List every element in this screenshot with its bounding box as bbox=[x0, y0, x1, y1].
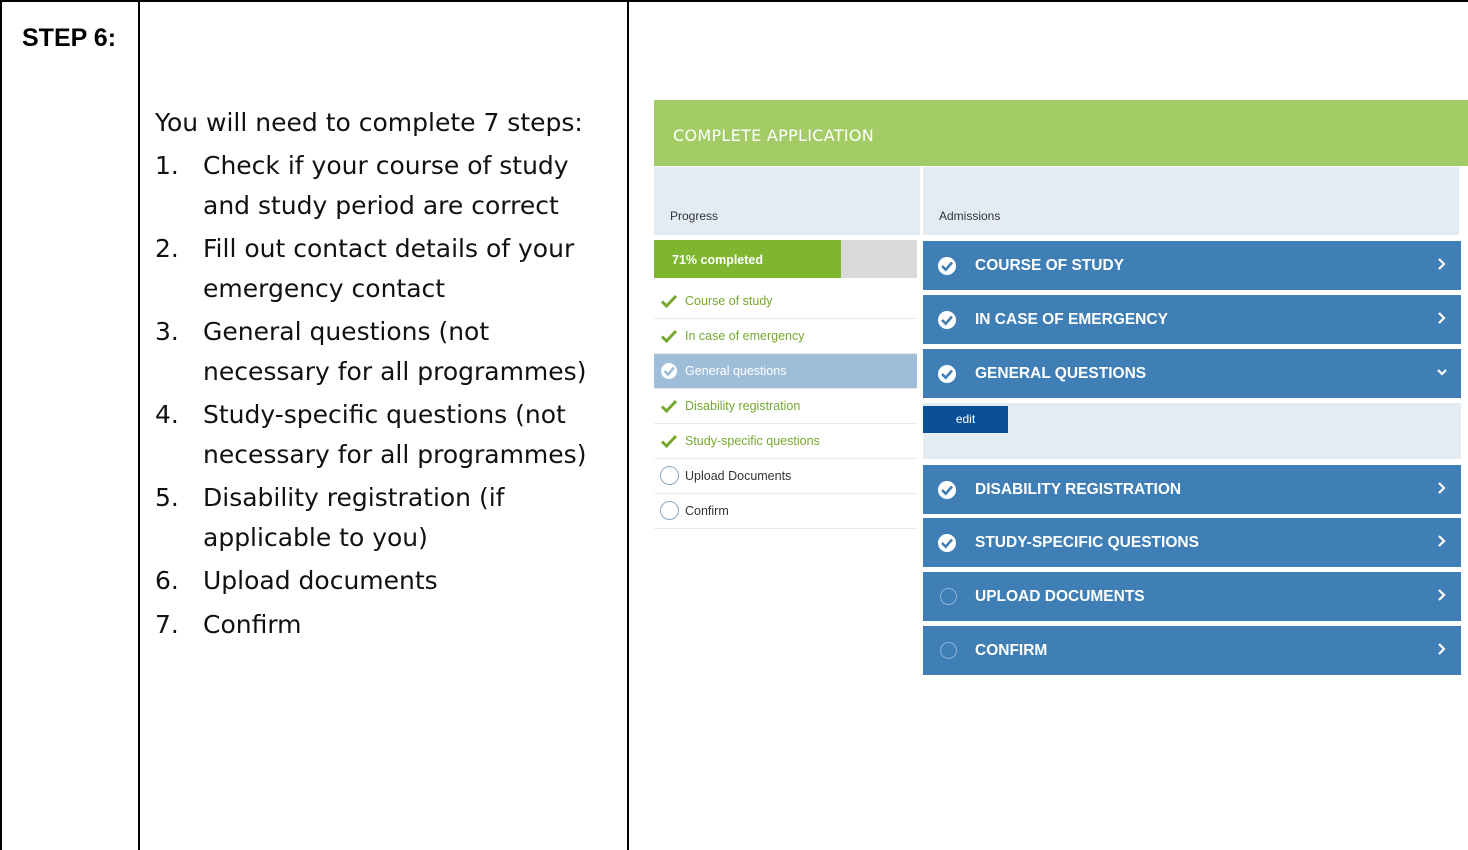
admissions-heading: Admissions bbox=[939, 209, 1001, 223]
step-text: Study-specific questions (not necessary … bbox=[203, 400, 587, 469]
chevron-right-icon bbox=[1438, 312, 1446, 324]
check-icon bbox=[660, 329, 678, 344]
step-text: General questions (not necessary for all… bbox=[203, 317, 587, 386]
list-item: 2. Fill out contact details of your emerg… bbox=[155, 229, 615, 308]
chevron-right-icon bbox=[1438, 643, 1446, 655]
check-circle-icon bbox=[661, 363, 677, 379]
chevron-right-icon bbox=[1438, 258, 1446, 270]
step-label: STEP 6: bbox=[22, 24, 117, 52]
step-number: 6. bbox=[155, 566, 179, 595]
progress-item-label: Upload Documents bbox=[685, 469, 792, 483]
check-icon bbox=[660, 294, 678, 309]
app-header: COMPLETE APPLICATION bbox=[654, 100, 1468, 166]
check-icon bbox=[660, 434, 678, 449]
chevron-right-icon bbox=[1438, 482, 1446, 494]
accordion-in-case-of-emergency[interactable]: IN CASE OF EMERGENCY bbox=[923, 295, 1461, 344]
progress-item-label: Study-specific questions bbox=[685, 434, 820, 448]
accordion-label: STUDY-SPECIFIC QUESTIONS bbox=[975, 534, 1199, 551]
step-number: 2. bbox=[155, 234, 179, 263]
progress-item-label: General questions bbox=[685, 364, 787, 378]
steps-list: 1. Check if your course of study and stud… bbox=[155, 146, 615, 648]
step-text: Confirm bbox=[203, 609, 302, 639]
progress-item-in-case-of-emergency[interactable]: In case of emergency bbox=[654, 319, 917, 354]
accordion-upload-documents[interactable]: UPLOAD DOCUMENTS bbox=[923, 572, 1461, 621]
accordion-label: DISABILITY REGISTRATION bbox=[975, 481, 1182, 498]
list-item: 6. Upload documents bbox=[155, 561, 615, 601]
check-icon bbox=[660, 399, 678, 414]
table-left-border bbox=[0, 0, 2, 850]
accordion-label: COURSE OF STUDY bbox=[975, 257, 1124, 274]
progress-heading: Progress bbox=[670, 209, 719, 223]
progress-item-label: Course of study bbox=[685, 294, 773, 308]
accordion-label: IN CASE OF EMERGENCY bbox=[975, 311, 1168, 328]
table-top-border bbox=[0, 0, 1468, 2]
check-circle-icon bbox=[938, 365, 956, 383]
chevron-down-icon bbox=[1437, 369, 1447, 376]
accordion-general-questions[interactable]: GENERAL QUESTIONS bbox=[923, 349, 1461, 398]
accordion-confirm[interactable]: CONFIRM bbox=[923, 626, 1461, 675]
step-number: 7. bbox=[155, 609, 179, 639]
progress-item-general-questions[interactable]: General questions bbox=[654, 354, 917, 389]
chevron-right-icon bbox=[1438, 535, 1446, 547]
list-item: 7. Confirm bbox=[155, 605, 615, 645]
step-number: 3. bbox=[155, 317, 179, 346]
progress-item-disability-registration[interactable]: Disability registration bbox=[654, 389, 917, 424]
admissions-column-header: Admissions bbox=[923, 167, 1459, 235]
step-number: 1. bbox=[155, 151, 179, 180]
check-circle-icon bbox=[938, 481, 956, 499]
empty-circle-icon bbox=[660, 466, 679, 485]
progress-item-label: Confirm bbox=[685, 504, 729, 518]
page-title: COMPLETE APPLICATION bbox=[673, 126, 875, 145]
accordion-study-specific-questions[interactable]: STUDY-SPECIFIC QUESTIONS bbox=[923, 518, 1461, 567]
empty-circle-icon bbox=[940, 588, 957, 605]
empty-circle-icon bbox=[940, 642, 957, 659]
table-column-divider-1 bbox=[138, 0, 140, 850]
step-text: Fill out contact details of your emergen… bbox=[203, 234, 575, 303]
accordion-label: CONFIRM bbox=[975, 642, 1048, 659]
chevron-right-icon bbox=[1438, 589, 1446, 601]
list-item: 5. Disability registration (if applicable… bbox=[155, 478, 615, 557]
list-item: 4. Study-specific questions (not necessar… bbox=[155, 395, 615, 474]
progress-item-course-of-study[interactable]: Course of study bbox=[654, 284, 917, 319]
empty-circle-icon bbox=[660, 501, 679, 520]
progress-bar: 71% completed bbox=[654, 240, 917, 278]
list-item: 3. General questions (not necessary for a… bbox=[155, 312, 615, 391]
application-screenshot: COMPLETE APPLICATION Progress Admissions… bbox=[654, 100, 1468, 700]
step-number: 5. bbox=[155, 483, 179, 512]
accordion-label: UPLOAD DOCUMENTS bbox=[975, 588, 1145, 605]
step-text: Check if your course of study and study … bbox=[203, 151, 569, 220]
instruction-table: STEP 6: You will need to complete 7 step… bbox=[0, 0, 1468, 850]
edit-button[interactable]: edit bbox=[923, 406, 1008, 433]
accordion-course-of-study[interactable]: COURSE OF STUDY bbox=[923, 241, 1461, 290]
accordion-label: GENERAL QUESTIONS bbox=[975, 365, 1147, 382]
check-circle-icon bbox=[938, 534, 956, 552]
check-circle-icon bbox=[938, 311, 956, 329]
progress-column-header: Progress bbox=[654, 167, 920, 235]
check-circle-icon bbox=[938, 257, 956, 275]
intro-text: You will need to complete 7 steps: bbox=[155, 108, 583, 137]
table-column-divider-2 bbox=[627, 0, 629, 850]
general-questions-panel: edit bbox=[923, 403, 1461, 459]
progress-item-upload-documents[interactable]: Upload Documents bbox=[654, 459, 917, 494]
progress-item-study-specific-questions[interactable]: Study-specific questions bbox=[654, 424, 917, 459]
step-text: Upload documents bbox=[203, 566, 438, 595]
progress-list: Course of study In case of emergency Gen… bbox=[654, 284, 917, 529]
progress-item-label: Disability registration bbox=[685, 399, 801, 413]
step-text: Disability registration (if applicable t… bbox=[203, 483, 505, 552]
step-number: 4. bbox=[155, 400, 179, 429]
progress-item-label: In case of emergency bbox=[685, 329, 805, 343]
list-item: 1. Check if your course of study and stud… bbox=[155, 146, 615, 225]
progress-item-confirm[interactable]: Confirm bbox=[654, 494, 917, 529]
accordion-disability-registration[interactable]: DISABILITY REGISTRATION bbox=[923, 465, 1461, 514]
progress-label: 71% completed bbox=[672, 253, 764, 267]
